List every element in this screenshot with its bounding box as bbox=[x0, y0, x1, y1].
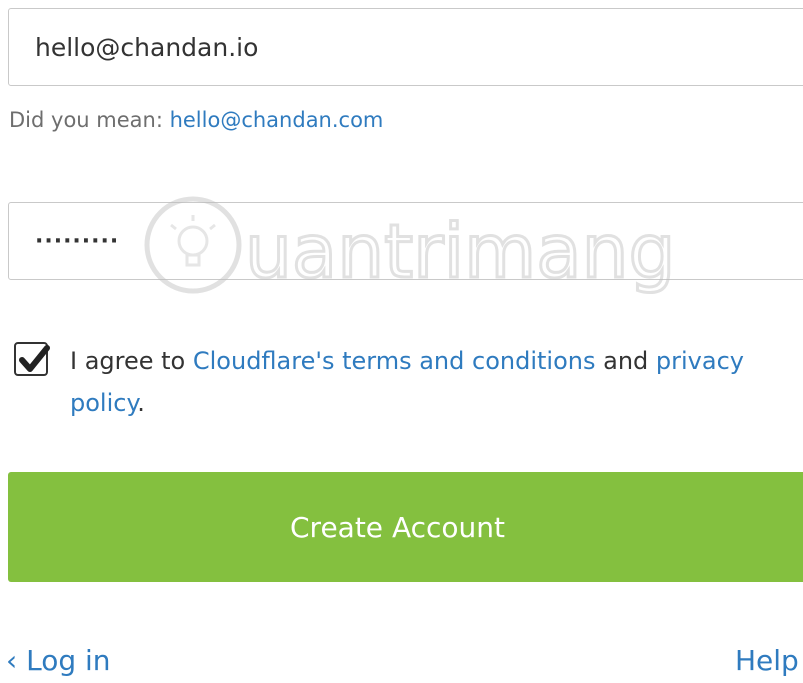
agree-middle: and bbox=[595, 347, 656, 375]
checkmark-icon bbox=[19, 345, 50, 372]
help-link[interactable]: Help bbox=[735, 644, 799, 677]
email-field[interactable] bbox=[8, 8, 803, 86]
email-suggestion: Did you mean: hello@chandan.com bbox=[9, 108, 383, 132]
agree-suffix: . bbox=[137, 389, 145, 417]
suggested-email-link[interactable]: hello@chandan.com bbox=[170, 108, 384, 132]
terms-checkbox[interactable] bbox=[14, 342, 50, 376]
terms-link[interactable]: Cloudflare's terms and conditions bbox=[193, 347, 596, 375]
suggestion-label: Did you mean: bbox=[9, 108, 170, 132]
signup-form: Did you mean: hello@chandan.com uantrima… bbox=[0, 0, 803, 683]
password-field[interactable] bbox=[8, 202, 803, 280]
agree-prefix: I agree to bbox=[70, 347, 193, 375]
terms-agreement-text: I agree to Cloudflare's terms and condit… bbox=[70, 340, 803, 424]
create-account-button[interactable]: Create Account bbox=[8, 472, 803, 582]
login-link[interactable]: ‹ Log in bbox=[6, 644, 111, 677]
